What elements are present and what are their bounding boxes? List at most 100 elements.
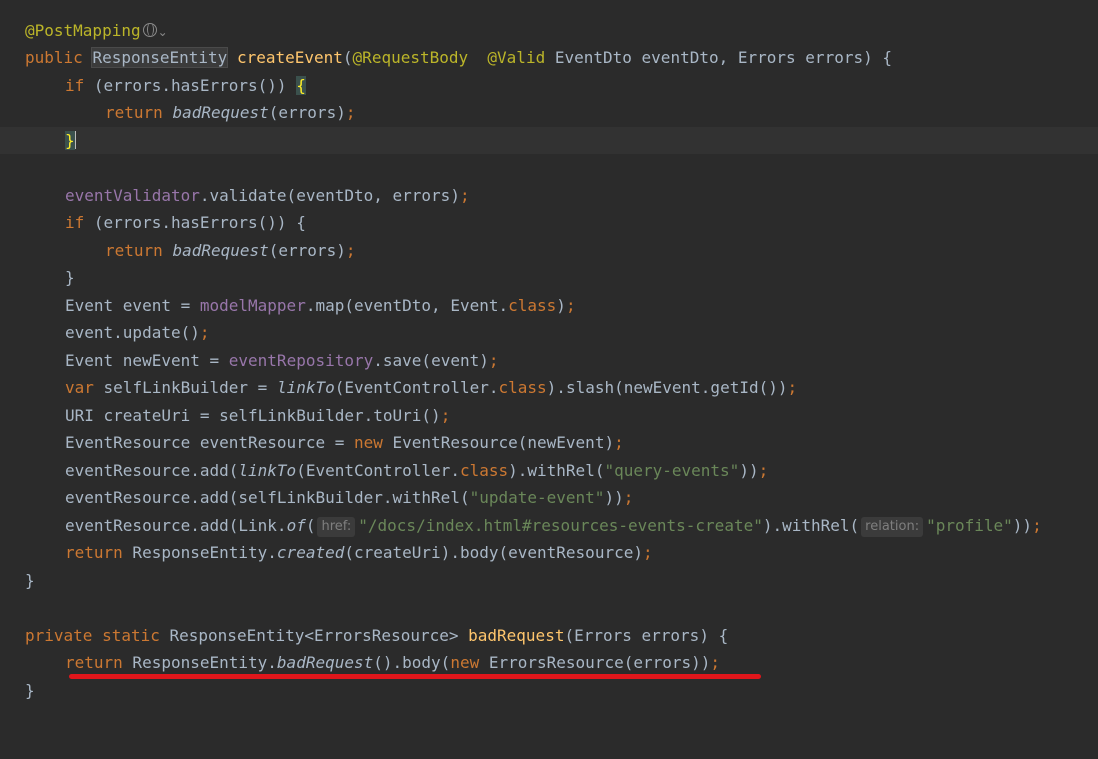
code-line-10: } xyxy=(0,264,1098,291)
code-text: (EventController. xyxy=(296,460,460,480)
code-line-19: eventResource.add(Link.of(href: "/docs/in… xyxy=(0,512,1098,539)
keyword-class: class xyxy=(459,460,509,480)
code-text: )) xyxy=(739,460,759,480)
code-text: ResponseEntity. xyxy=(122,653,277,672)
chevron-down-icon[interactable]: ⌄ xyxy=(158,19,168,46)
call-of: of xyxy=(286,515,306,535)
code-line-25: } xyxy=(0,677,1098,704)
matched-brace: } xyxy=(65,130,75,150)
semicolon: ; xyxy=(440,405,451,425)
code-text: ResponseEntity<ErrorsResource> xyxy=(159,625,469,645)
string-literal: "query-events" xyxy=(604,460,740,480)
keyword-class: class xyxy=(508,295,557,315)
keyword-new: new xyxy=(450,653,480,672)
call-badrequest: badRequest xyxy=(172,103,269,122)
keyword-class: class xyxy=(498,378,547,397)
code-text: (errors.hasErrors()) xyxy=(84,75,297,95)
code-line-13: Event newEvent = eventRepository.save(ev… xyxy=(0,347,1098,374)
code-text: EventResource(newEvent) xyxy=(382,433,615,452)
parameter-hint-href: href: xyxy=(317,516,356,537)
code-text: selfLinkBuilder = xyxy=(93,378,277,397)
code-line-4: return badRequest(errors); xyxy=(0,99,1098,126)
keyword-new: new xyxy=(353,433,383,452)
code-text: ).slash(newEvent.getId()) xyxy=(546,378,788,397)
code-text: ErrorsResource(errors)) xyxy=(479,653,711,672)
string-literal: "update-event" xyxy=(469,488,605,507)
matched-brace: { xyxy=(296,75,306,95)
closing-brace: } xyxy=(25,680,35,700)
code-line-9: return badRequest(errors); xyxy=(0,237,1098,264)
code-line-16: EventResource eventResource = new EventR… xyxy=(0,429,1098,456)
code-text: EventResource eventResource = xyxy=(65,433,354,452)
code-text: eventResource.add(selfLinkBuilder.withRe… xyxy=(65,488,470,507)
method-name-badrequest: badRequest xyxy=(468,625,565,645)
code-text: event.update() xyxy=(65,323,200,342)
code-line-11: Event event = modelMapper.map(eventDto, … xyxy=(0,292,1098,319)
code-line-24: return ResponseEntity.badRequest().body(… xyxy=(0,649,1098,676)
semicolon: ; xyxy=(758,460,769,480)
code-text: ) xyxy=(556,295,566,315)
keyword-private: private xyxy=(25,625,93,645)
semicolon: ; xyxy=(565,295,576,315)
code-editor[interactable]: @PostMapping ⌄ public ResponseEntity crea… xyxy=(0,0,1098,721)
call-linkto: linkTo xyxy=(276,378,335,397)
semicolon: ; xyxy=(345,103,356,122)
call-linkto: linkTo xyxy=(238,460,297,480)
keyword-return: return xyxy=(65,653,123,672)
globe-icon[interactable] xyxy=(142,22,157,37)
semicolon: ; xyxy=(614,433,624,452)
semicolon: ; xyxy=(199,323,210,342)
code-text: ().body( xyxy=(373,653,451,672)
code-line-14: var selfLinkBuilder = linkTo(EventContro… xyxy=(0,374,1098,401)
keyword-return: return xyxy=(65,543,123,562)
code-text: (Errors errors) { xyxy=(564,625,729,645)
code-line-21: } xyxy=(0,567,1098,594)
keyword-if: if xyxy=(65,213,85,232)
text-caret xyxy=(74,130,77,149)
closing-brace: } xyxy=(65,268,75,287)
code-line-8: if (errors.hasErrors()) { xyxy=(0,209,1098,236)
code-line-12: event.update(); xyxy=(0,319,1098,346)
code-text: ResponseEntity. xyxy=(122,543,277,562)
paren: ( xyxy=(342,48,353,67)
keyword-if: if xyxy=(65,75,85,95)
code-text: )) xyxy=(1012,515,1033,535)
code-text: Event event = xyxy=(65,295,200,315)
semicolon: ; xyxy=(459,185,470,205)
code-line-5-current: } xyxy=(0,126,1098,154)
params-text: EventDto eventDto, Errors errors) { xyxy=(554,48,892,67)
keyword-return: return xyxy=(105,240,163,260)
code-text: ).withRel( xyxy=(508,460,605,480)
code-text: URI createUri = selfLinkBuilder.toUri() xyxy=(65,405,441,425)
code-text: ( xyxy=(305,515,316,535)
code-line-3: if (errors.hasErrors()) { xyxy=(0,72,1098,99)
semicolon: ; xyxy=(1032,515,1042,535)
semicolon: ; xyxy=(345,240,356,260)
code-text: (errors) xyxy=(268,240,346,260)
type-responseentity: ResponseEntity xyxy=(91,47,229,68)
code-text: .validate(eventDto, errors) xyxy=(199,185,460,205)
code-line-18: eventResource.add(selfLinkBuilder.withRe… xyxy=(0,484,1098,511)
code-line-23: private static ResponseEntity<ErrorsReso… xyxy=(0,622,1098,649)
string-literal: "/docs/index.html#resources-events-creat… xyxy=(358,515,763,535)
code-text: eventResource.add( xyxy=(65,460,239,480)
semicolon: ; xyxy=(623,488,634,507)
keyword-var: var xyxy=(65,378,94,397)
field-eventvalidator: eventValidator xyxy=(65,185,200,205)
code-text: (createUri).body(eventResource) xyxy=(344,543,643,562)
code-line-1: @PostMapping ⌄ xyxy=(0,17,1098,44)
annotation-postmapping: @PostMapping xyxy=(25,20,141,40)
code-text: (EventController. xyxy=(334,378,499,397)
semicolon: ; xyxy=(710,653,721,672)
keyword-public: public xyxy=(25,48,83,67)
code-text: Event newEvent = xyxy=(65,350,229,370)
field-modelmapper: modelMapper xyxy=(199,295,306,315)
call-badrequest: badRequest xyxy=(276,653,374,672)
code-text: eventResource.add(Link. xyxy=(65,515,287,535)
semicolon: ; xyxy=(642,543,653,562)
method-name-createevent: createEvent xyxy=(236,48,343,67)
semicolon: ; xyxy=(787,378,798,397)
code-line-7: eventValidator.validate(eventDto, errors… xyxy=(0,182,1098,209)
call-badrequest: badRequest xyxy=(172,240,269,260)
annotation-requestbody: @RequestBody xyxy=(352,48,469,67)
